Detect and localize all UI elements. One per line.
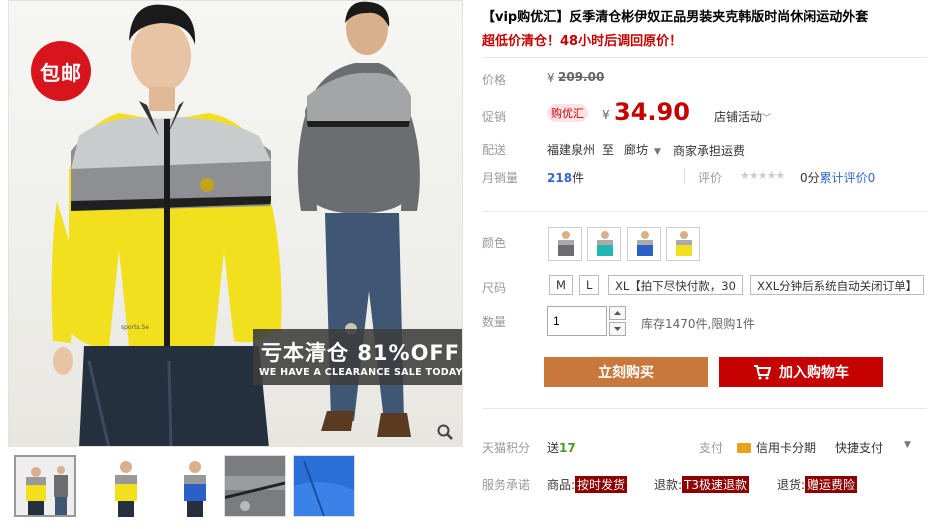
chevron-down-icon: ﹀ xyxy=(762,114,772,124)
divider xyxy=(482,57,927,58)
goods-label: 商品: xyxy=(547,478,576,492)
monthly-sales-label: 月销量 xyxy=(482,171,519,185)
rating-score: 0分 xyxy=(800,171,820,185)
color-swatch-grey[interactable] xyxy=(548,227,582,261)
promo-currency: ¥ xyxy=(602,108,610,122)
monthly-sales-unit: 件 xyxy=(572,171,585,185)
tmall-points-label: 天猫积分 xyxy=(482,441,531,455)
main-product-image[interactable]: sports.5e 包邮 亏本清仓 81%OFF WE HAVE A CLEAR… xyxy=(8,0,463,447)
monthly-sales-count: 218 xyxy=(547,171,573,185)
fast-refund-badge: T3极速退款 xyxy=(682,476,750,493)
caret-down-icon: ▼ xyxy=(654,147,661,157)
caret-up-icon xyxy=(614,311,621,315)
refund-label: 退款: xyxy=(654,478,683,492)
thumbnail-4[interactable] xyxy=(224,455,286,517)
zoom-icon[interactable] xyxy=(436,423,454,441)
size-option-xxl[interactable]: XXL分钟后系统自动关闭订单】 xyxy=(750,275,925,295)
sale-banner-title: 亏本清仓 81%OFF xyxy=(261,341,461,365)
credit-card-installment[interactable]: 信用卡分期 xyxy=(737,439,816,456)
thumbnail-2[interactable] xyxy=(95,455,157,517)
original-price: 209.00 xyxy=(558,70,605,84)
add-to-cart-button[interactable]: 加入购物车 xyxy=(719,357,883,387)
clearance-sale-banner: 亏本清仓 81%OFF WE HAVE A CLEARANCE SALE TOD… xyxy=(253,329,463,385)
reviews-link[interactable]: 0分累计评价0 xyxy=(800,169,875,186)
reviews-text: 累计评价 xyxy=(819,171,868,185)
product-title: 【vip购优汇】反季清仓彬伊奴正品男装夹克韩版时尚休闲运动外套 xyxy=(482,10,869,25)
ship-to-word: 至 xyxy=(602,143,615,157)
size-option-m[interactable]: M xyxy=(549,275,573,295)
quantity-label: 数量 xyxy=(482,315,507,329)
ship-destination: 廊坊 xyxy=(624,143,649,157)
buy-now-button[interactable]: 立刻购买 xyxy=(544,357,708,387)
divider xyxy=(482,408,927,409)
thumbnail-1[interactable] xyxy=(14,455,76,517)
shipping-note: 商家承担运费 xyxy=(673,144,746,158)
chest-text: sports.5e xyxy=(121,324,149,331)
on-time-delivery-badge: 按时发货 xyxy=(575,476,628,493)
shop-activity-dropdown[interactable]: 店铺活动﹀ xyxy=(714,108,771,125)
ship-destination-select[interactable]: 廊坊 ▼ xyxy=(624,141,661,158)
original-currency: ¥ xyxy=(547,71,555,85)
rating-stars: ★★★★★ xyxy=(740,168,785,182)
reviews-count: 0 xyxy=(867,171,876,185)
ship-from: 福建泉州 xyxy=(547,143,596,157)
thumbnail-3[interactable] xyxy=(164,455,226,517)
quantity-decrease-button[interactable] xyxy=(609,322,626,336)
credit-card-icon xyxy=(737,443,751,453)
rating-label: 评价 xyxy=(698,171,723,185)
color-swatch-teal[interactable] xyxy=(587,227,621,261)
service-promise-label: 服务承诺 xyxy=(482,478,531,492)
promo-tag: 购优汇 xyxy=(547,104,588,122)
points-send: 送 xyxy=(547,441,560,455)
color-swatch-yellow[interactable] xyxy=(666,227,700,261)
promo-label: 促销 xyxy=(482,110,507,124)
free-shipping-badge: 包邮 xyxy=(31,41,91,101)
color-swatch-blue[interactable] xyxy=(627,227,661,261)
shopping-cart-icon xyxy=(754,365,771,380)
size-option-l[interactable]: L xyxy=(579,275,600,295)
divider xyxy=(482,211,927,212)
thumbnail-5[interactable] xyxy=(293,455,355,517)
return-label: 退货: xyxy=(777,478,806,492)
promo-price: 34.90 xyxy=(614,98,690,126)
quantity-increase-button[interactable] xyxy=(609,306,626,320)
size-label: 尺码 xyxy=(482,281,507,295)
size-option-xl[interactable]: XL【拍下尽快付款，30 xyxy=(608,275,743,295)
add-to-cart-label: 加入购物车 xyxy=(779,365,849,381)
payment-label: 支付 xyxy=(699,441,724,455)
star-rating-icon: ★★★★★ xyxy=(740,169,785,182)
color-label: 颜色 xyxy=(482,236,507,250)
shop-activity-label: 店铺活动 xyxy=(714,110,763,124)
points-amount: 17 xyxy=(559,441,576,455)
stock-text: 库存1470件,限购1件 xyxy=(641,317,755,331)
divider xyxy=(684,169,685,183)
sale-banner-subtitle: WE HAVE A CLEARANCE SALE TODAY xyxy=(259,367,463,378)
shipping-label: 配送 xyxy=(482,143,507,157)
caret-down-icon: ▼ xyxy=(904,440,911,450)
price-label: 价格 xyxy=(482,73,507,87)
credit-card-label: 信用卡分期 xyxy=(756,441,817,455)
caret-down-icon xyxy=(614,327,621,331)
buy-now-label: 立刻购买 xyxy=(598,365,654,381)
quantity-input[interactable] xyxy=(547,306,607,336)
product-subtitle: 超低价清仓！48小时后调回原价！ xyxy=(482,34,683,49)
shipping-insurance-badge: 赠运费险 xyxy=(805,476,858,493)
payment-more-dropdown[interactable]: ▼ xyxy=(904,440,911,450)
quick-pay: 快捷支付 xyxy=(835,441,884,455)
